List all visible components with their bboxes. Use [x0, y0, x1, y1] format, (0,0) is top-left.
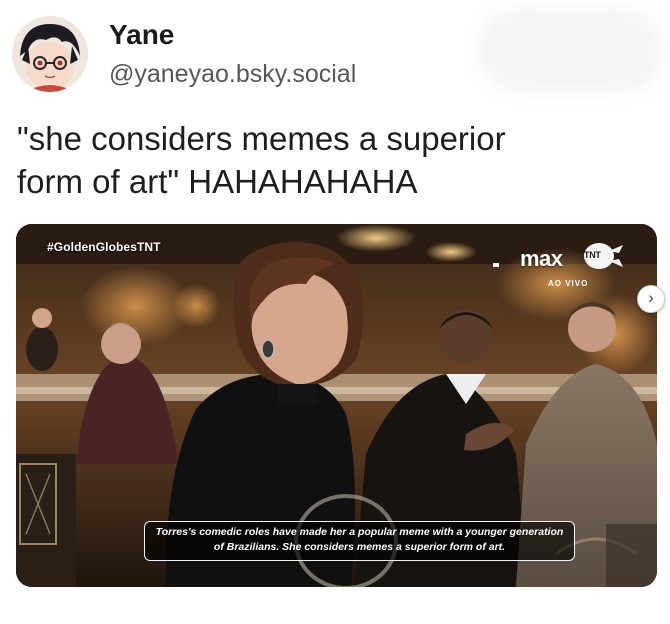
hashtag-overlay: #GoldenGlobesTNT	[47, 240, 161, 254]
channel-brand: max TNT AO VIVO	[493, 236, 633, 292]
avatar[interactable]	[12, 16, 88, 92]
video-caption: Torres's comedic roles have made her a p…	[144, 521, 575, 561]
chevron-right-icon: ›	[648, 288, 654, 307]
live-label: AO VIVO	[548, 279, 589, 288]
brand-max-label: max	[520, 246, 563, 271]
brand-dash	[493, 263, 499, 267]
brand-tnt-label: TNT	[584, 250, 601, 260]
post-text: "she considers memes a superior form of …	[17, 120, 506, 200]
author-name[interactable]: Yane	[109, 17, 174, 53]
media-image[interactable]: #GoldenGlobesTNT max TNT AO VIVO Torres'…	[16, 224, 657, 587]
header-blur-decoration	[478, 8, 663, 92]
avatar-icon	[12, 16, 88, 92]
next-image-button[interactable]: ›	[637, 285, 665, 313]
author-handle[interactable]: @yaneyao.bsky.social	[109, 58, 356, 90]
post-card: Yane @yaneyao.bsky.social "she considers…	[0, 0, 670, 624]
